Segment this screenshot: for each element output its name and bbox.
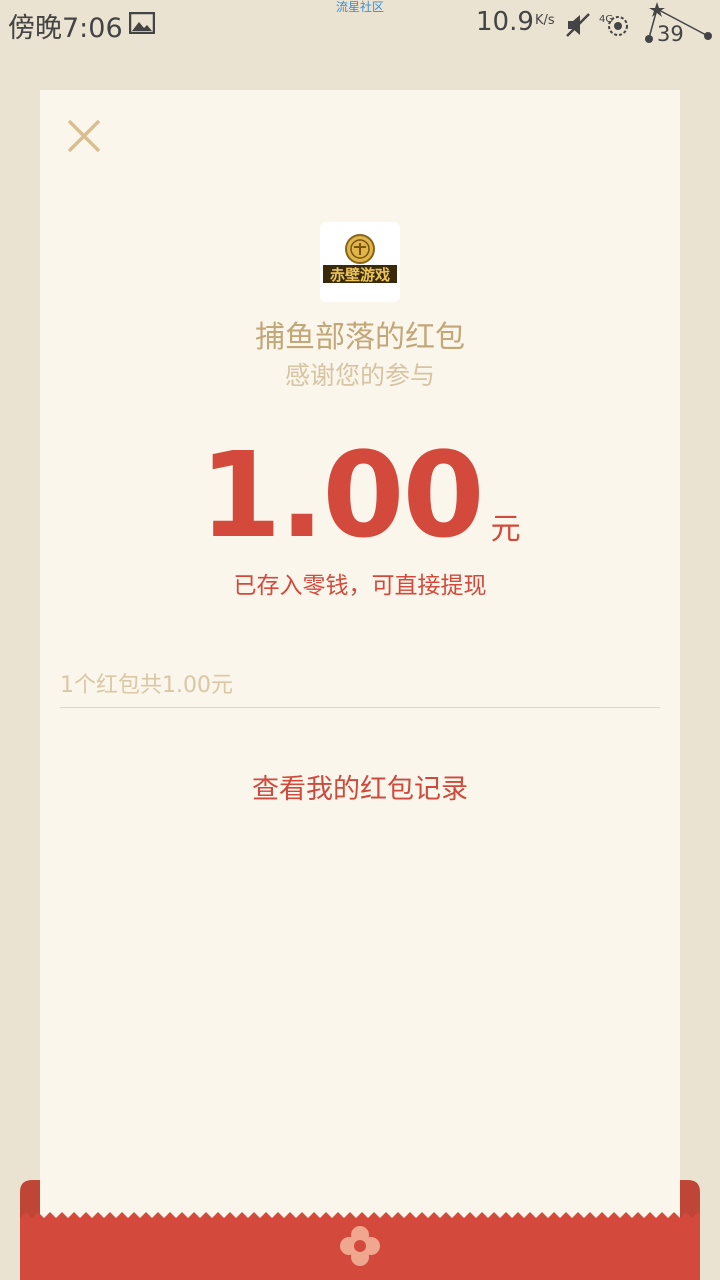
sender-logo-image: 赤壁游戏 [323, 234, 397, 284]
envelope-bottom [20, 1180, 700, 1280]
amount-unit: 元 [490, 512, 521, 547]
network-speed-unit: K/s [535, 13, 555, 28]
sender-logo: 赤壁游戏 [320, 222, 400, 302]
view-records-link[interactable]: 查看我的红包记录 [40, 767, 680, 806]
status-bar: 傍晚7:06 流星社区 10.9 K/s 4G 39 [0, 0, 720, 50]
amount-value: 1.00 [199, 426, 484, 564]
packet-summary: 1个红包共1.00元 [60, 673, 233, 698]
network-speed: 10.9 [476, 7, 534, 37]
close-icon[interactable] [66, 118, 102, 154]
divider [60, 707, 660, 708]
battery-level: 39 [657, 22, 684, 46]
sender-title: 捕鱼部落的红包 [255, 320, 465, 355]
svg-text:4G: 4G [599, 14, 613, 25]
amount-display: 1.00 元 [40, 435, 680, 555]
thanks-message: 感谢您的参与 [284, 361, 435, 390]
sender-logo-text: 赤壁游戏 [330, 266, 390, 284]
mute-icon [566, 13, 590, 37]
saved-to-wallet-note: 已存入零钱，可直接提现 [233, 573, 487, 599]
signal-4g-icon: 4G [599, 14, 628, 36]
red-packet-card: 赤壁游戏 捕鱼部落的红包 感谢您的参与 1.00 元 已存入零钱，可直接提现 1个… [40, 90, 680, 1220]
image-notification-icon [129, 12, 155, 34]
